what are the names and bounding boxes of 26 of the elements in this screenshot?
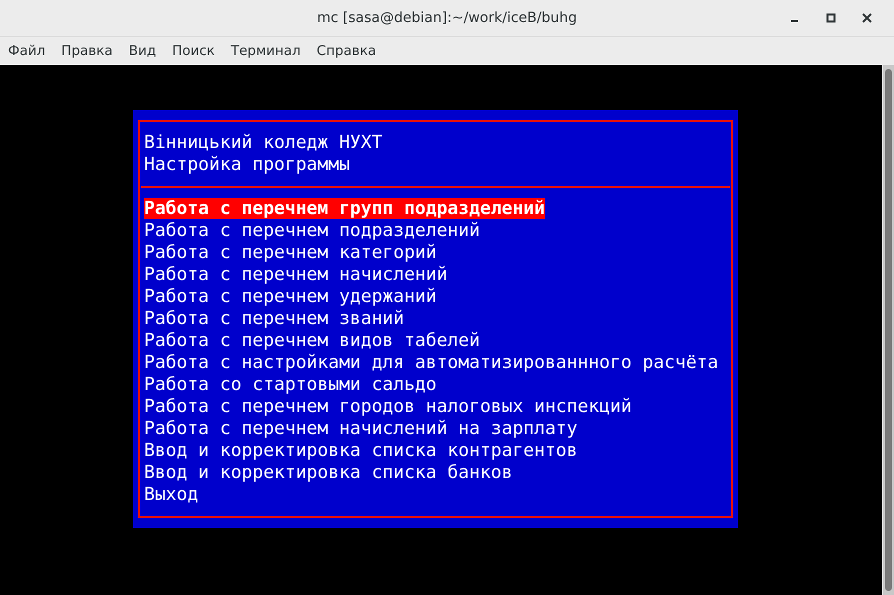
menu-option[interactable]: Работа с перечнем удержаний <box>144 286 437 307</box>
window-title: mc [sasa@debian]:~/work/iceB/buhg <box>317 10 577 26</box>
menu-option[interactable]: Работа с перечнем видов табелей <box>144 330 480 351</box>
menu-option[interactable]: Работа с перечнем начислений <box>144 264 448 285</box>
menu-option[interactable]: Работа с перечнем начислений на зарплату <box>144 418 578 439</box>
menu-option[interactable]: Работа с перечнем категорий <box>144 242 437 263</box>
menu-option[interactable]: Выход <box>144 484 198 505</box>
menu-option[interactable]: Работа со стартовыми сальдо <box>144 374 437 395</box>
dialog-header-text: Настройка программы <box>144 154 350 175</box>
menu-item[interactable]: Файл <box>8 43 46 59</box>
menu-option[interactable]: Работа с перечнем групп подразделений <box>144 198 545 219</box>
menu-option[interactable]: Работа с перечнем городов налоговых инспекций <box>144 396 632 417</box>
close-icon[interactable] <box>862 13 872 23</box>
menu-option[interactable]: Работа с перечнем подразделений <box>144 220 480 241</box>
menu-option[interactable]: Работа с настройками для автоматизированнного расчёта <box>144 352 718 373</box>
dialog-header-text: Вінницький коледж НУХТ <box>144 132 382 153</box>
menu-item[interactable]: Поиск <box>172 43 215 59</box>
menu-item[interactable]: Терминал <box>230 43 301 59</box>
menu-option[interactable]: Работа с перечнем званий <box>144 308 404 329</box>
menu-item[interactable]: Правка <box>61 43 113 59</box>
menu-item[interactable]: Вид <box>128 43 156 59</box>
scrollbar[interactable] <box>882 65 894 595</box>
maximize-icon[interactable] <box>826 13 836 23</box>
menu-option[interactable]: Ввод и корректировка списка контрагентов <box>144 440 578 461</box>
menu-item[interactable]: Справка <box>316 43 376 59</box>
menu-option[interactable]: Ввод и корректировка списка банков <box>144 462 512 483</box>
